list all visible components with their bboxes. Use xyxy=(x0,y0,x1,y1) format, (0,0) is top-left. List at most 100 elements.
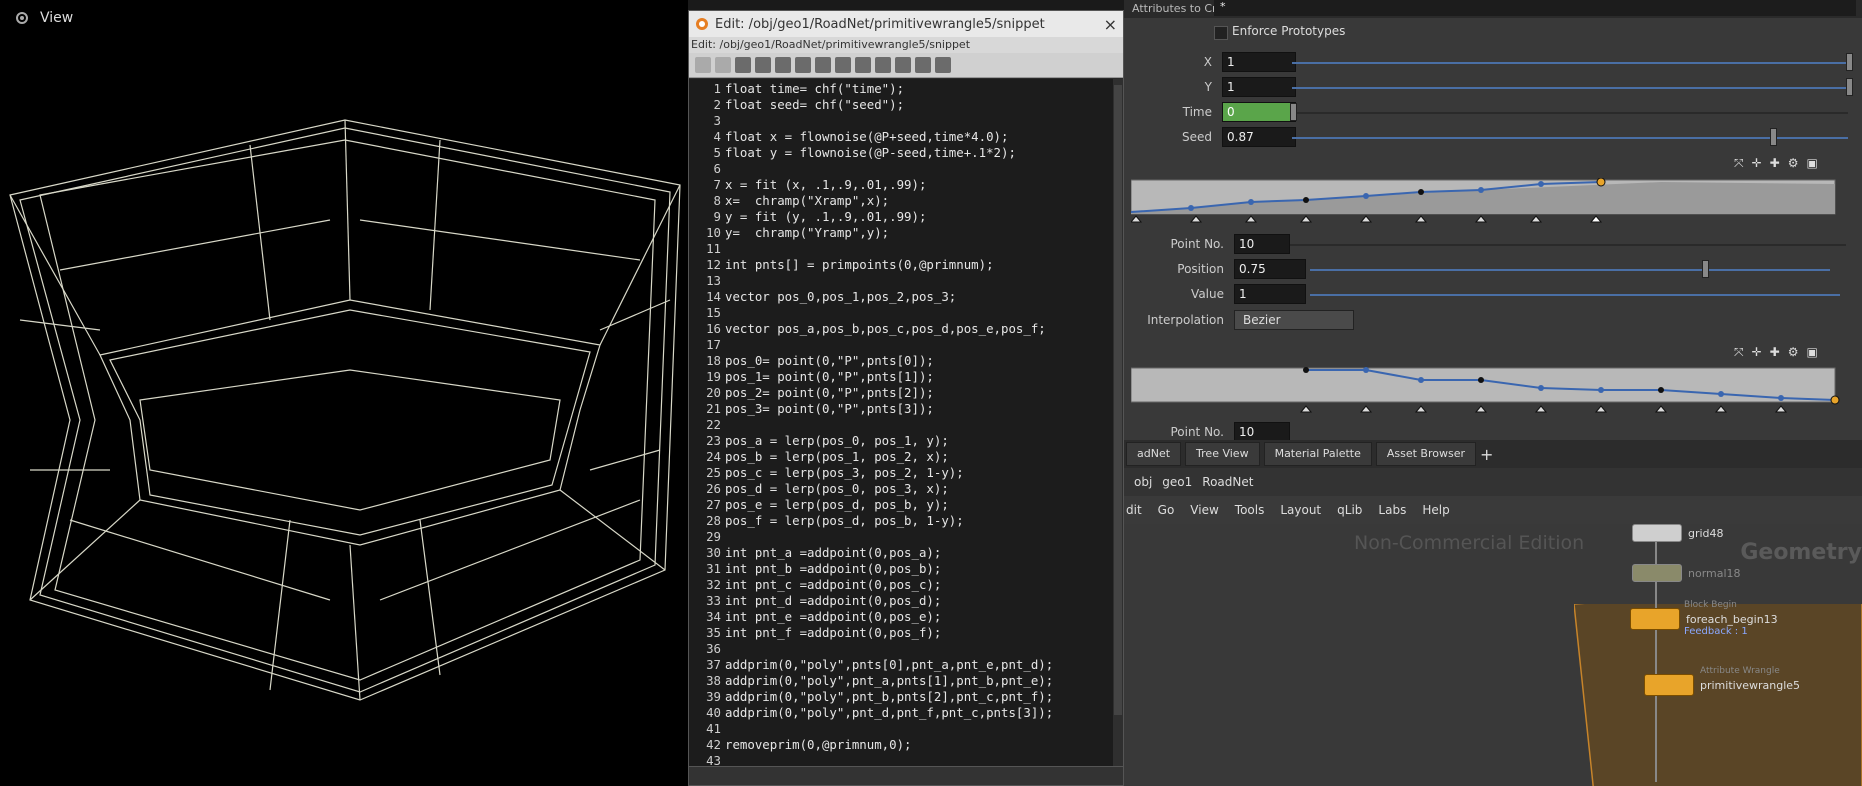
code-line[interactable]: float x = flownoise(@P+seed,time*4.0); xyxy=(725,129,1053,145)
code-line[interactable] xyxy=(725,241,1053,257)
code-line[interactable] xyxy=(725,305,1053,321)
value-field[interactable]: 1 xyxy=(1234,284,1306,304)
code-line[interactable]: pos_a = lerp(pos_0, pos_1, y); xyxy=(725,433,1053,449)
import-icon[interactable] xyxy=(855,57,871,73)
code-line[interactable]: int pnt_f =addpoint(0,pos_f); xyxy=(725,625,1053,641)
scroll-thumb[interactable] xyxy=(1114,85,1122,715)
code-line[interactable]: pos_c = lerp(pos_3, pos_2, 1-y); xyxy=(725,465,1053,481)
export-icon[interactable] xyxy=(875,57,891,73)
undo-icon[interactable] xyxy=(695,57,711,73)
x-slider-knob[interactable] xyxy=(1846,53,1853,71)
time-slider-knob[interactable] xyxy=(1290,103,1297,121)
network-canvas[interactable]: Non-Commercial Edition Geometry grid48 n… xyxy=(1124,524,1862,786)
grid-node[interactable]: grid48 xyxy=(1632,524,1724,542)
add-tab-icon[interactable]: + xyxy=(1480,445,1493,464)
code-line[interactable]: pos_1= point(0,"P",pnts[1]); xyxy=(725,369,1053,385)
point-no2-field[interactable]: 10 xyxy=(1234,422,1290,442)
code-line[interactable]: int pnt_c =addpoint(0,pos_c); xyxy=(725,577,1053,593)
code-lines[interactable]: float time= chf("time"); float seed= chf(… xyxy=(725,81,1053,769)
path-obj[interactable]: obj xyxy=(1134,475,1152,489)
indent-icon[interactable] xyxy=(835,57,851,73)
close-icon[interactable]: × xyxy=(1104,15,1117,34)
code-line[interactable] xyxy=(725,641,1053,657)
replace-icon[interactable] xyxy=(815,57,831,73)
code-line[interactable] xyxy=(725,273,1053,289)
code-line[interactable] xyxy=(725,529,1053,545)
ramp-move-icon[interactable]: ✛ xyxy=(1752,156,1762,171)
redo-icon[interactable] xyxy=(715,57,731,73)
tab-tree-view[interactable]: Tree View xyxy=(1185,442,1260,466)
code-line[interactable] xyxy=(725,161,1053,177)
enforce-prototypes-checkbox[interactable] xyxy=(1214,26,1228,40)
copy-icon[interactable] xyxy=(755,57,771,73)
code-line[interactable]: pos_3= point(0,"P",pnts[3]); xyxy=(725,401,1053,417)
seed-slider-knob[interactable] xyxy=(1770,128,1777,146)
primitivewrangle-node[interactable]: primitivewrangle5 xyxy=(1644,674,1800,696)
yramp-editor[interactable] xyxy=(1131,366,1855,416)
code-line[interactable]: pos_f = lerp(pos_d, pos_b, 1-y); xyxy=(725,513,1053,529)
code-line[interactable]: pos_2= point(0,"P",pnts[2]); xyxy=(725,385,1053,401)
code-line[interactable]: addprim(0,"poly",pnt_d,pnt_f,pnt_c,pnts[… xyxy=(725,705,1053,721)
x-slider[interactable] xyxy=(1292,62,1848,64)
ramp-gear-icon[interactable]: ⚙ xyxy=(1788,156,1799,171)
code-line[interactable]: x = fit (x, .1,.9,.01,.99); xyxy=(725,177,1053,193)
editor-titlebar[interactable]: Edit: /obj/geo1/RoadNet/primitivewrangle… xyxy=(689,11,1123,37)
code-line[interactable]: addprim(0,"poly",pnt_b,pnts[2],pnt_c,pnt… xyxy=(725,689,1053,705)
cut-icon[interactable] xyxy=(735,57,751,73)
menu-go[interactable]: Go xyxy=(1158,503,1175,517)
code-line[interactable]: pos_d = lerp(pos_0, pos_3, x); xyxy=(725,481,1053,497)
code-line[interactable]: pos_0= point(0,"P",pnts[0]); xyxy=(725,353,1053,369)
y-slider-knob[interactable] xyxy=(1846,78,1853,96)
code-line[interactable]: float time= chf("time"); xyxy=(725,81,1053,97)
code-line[interactable] xyxy=(725,337,1053,353)
vertical-scrollbar[interactable] xyxy=(1113,79,1123,769)
ramp2-move-icon[interactable]: ✛ xyxy=(1752,345,1762,360)
code-line[interactable]: vector pos_a,pos_b,pos_c,pos_d,pos_e,pos… xyxy=(725,321,1053,337)
path-roadnet[interactable]: RoadNet xyxy=(1202,475,1253,489)
tab-asset-browser[interactable]: Asset Browser xyxy=(1375,442,1476,466)
paste-icon[interactable] xyxy=(775,57,791,73)
code-line[interactable]: addprim(0,"poly",pnt_a,pnts[1],pnt_b,pnt… xyxy=(725,673,1053,689)
edit-icon[interactable] xyxy=(935,57,951,73)
seed-field[interactable]: 0.87 xyxy=(1222,127,1296,147)
point-no-field[interactable]: 10 xyxy=(1234,234,1290,254)
time-field[interactable]: 0 xyxy=(1222,102,1296,122)
ramp2-add-icon[interactable]: ✚ xyxy=(1770,345,1780,360)
code-line[interactable] xyxy=(725,113,1053,129)
value-slider[interactable] xyxy=(1310,294,1840,296)
code-line[interactable]: x= chramp("Xramp",x); xyxy=(725,193,1053,209)
time-slider[interactable] xyxy=(1292,112,1848,114)
tab-material-palette[interactable]: Material Palette xyxy=(1263,442,1372,466)
x-field[interactable]: 1 xyxy=(1222,52,1296,72)
ramp-expand-icon[interactable]: ▣ xyxy=(1807,156,1818,171)
y-field[interactable]: 1 xyxy=(1222,77,1296,97)
position-field[interactable]: 0.75 xyxy=(1234,259,1306,279)
code-line[interactable]: addprim(0,"poly",pnts[0],pnt_a,pnt_e,pnt… xyxy=(725,657,1053,673)
code-line[interactable]: float y = flownoise(@P-seed,time+.1*2); xyxy=(725,145,1053,161)
attributes-to-create-field[interactable]: * xyxy=(1214,0,1856,16)
interpolation-dropdown[interactable]: Bezier xyxy=(1234,310,1354,330)
code-line[interactable]: int pnt_a =addpoint(0,pos_a); xyxy=(725,545,1053,561)
code-line[interactable]: vector pos_0,pos_1,pos_2,pos_3; xyxy=(725,289,1053,305)
uncomment-icon[interactable] xyxy=(915,57,931,73)
code-line[interactable]: pos_b = lerp(pos_1, pos_2, x); xyxy=(725,449,1053,465)
menu-labs[interactable]: Labs xyxy=(1378,503,1406,517)
ramp2-gear-icon[interactable]: ⚙ xyxy=(1788,345,1799,360)
comment-icon[interactable] xyxy=(895,57,911,73)
xramp-editor[interactable] xyxy=(1131,178,1855,230)
code-line[interactable]: float seed= chf("seed"); xyxy=(725,97,1053,113)
code-line[interactable]: int pnt_e =addpoint(0,pos_e); xyxy=(725,609,1053,625)
scene-viewport[interactable]: View xyxy=(0,0,688,786)
menu-layout[interactable]: Layout xyxy=(1280,503,1321,517)
tab-roadnet[interactable]: adNet xyxy=(1126,442,1182,466)
code-area[interactable]: 1 2 3 4 5 6 7 8 9 10 11 12 13 14 15 16 17 18 19 20 21 22 23 24 2… xyxy=(689,79,1113,769)
ramp2-expand-icon[interactable]: ▣ xyxy=(1807,345,1818,360)
normal-node[interactable]: normal18 xyxy=(1632,564,1741,582)
menu-view[interactable]: View xyxy=(1190,503,1218,517)
seed-slider[interactable] xyxy=(1292,137,1848,139)
code-line[interactable]: removeprim(0,@primnum,0); xyxy=(725,737,1053,753)
code-line[interactable] xyxy=(725,417,1053,433)
menu-qlib[interactable]: qLib xyxy=(1337,503,1362,517)
position-slider[interactable] xyxy=(1310,269,1830,271)
menu-edit[interactable]: dit xyxy=(1126,503,1142,517)
